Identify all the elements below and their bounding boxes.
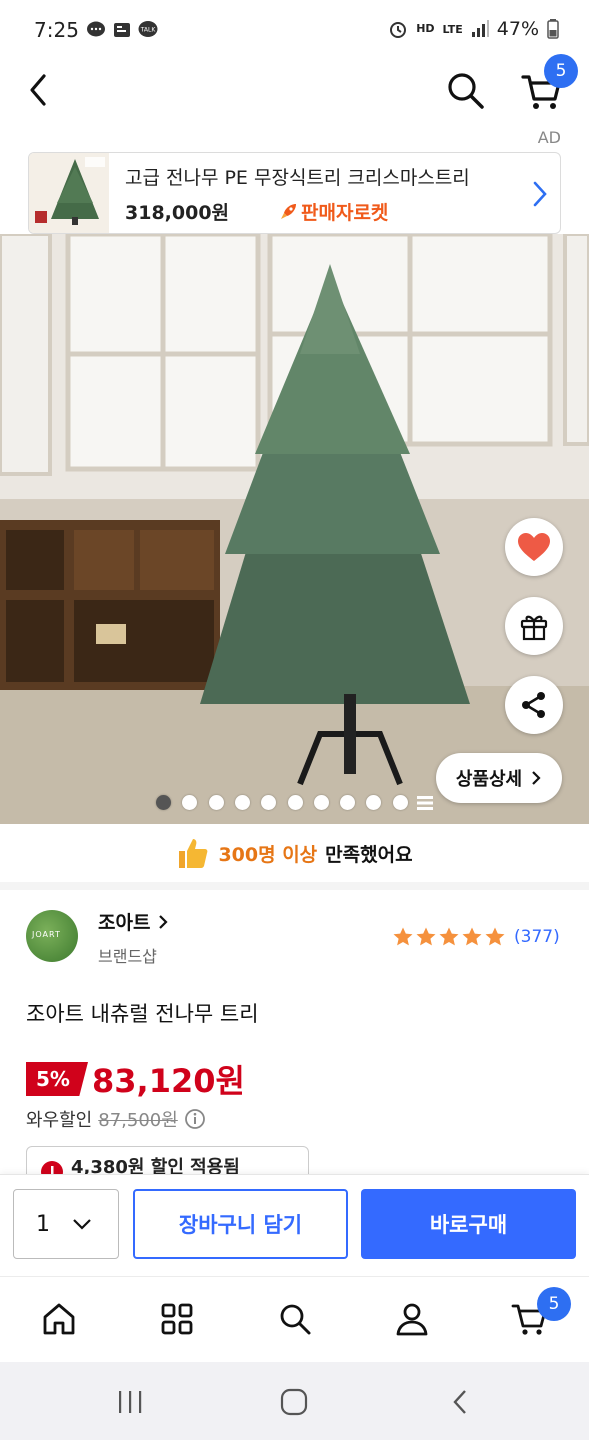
category-grid-icon	[161, 1303, 193, 1335]
review-count: (377)	[514, 927, 560, 947]
original-price: 87,500원	[98, 1110, 178, 1131]
back-button[interactable]	[442, 1384, 478, 1420]
hd-voice-label: HD	[416, 22, 435, 35]
rating[interactable]: (377)	[392, 926, 560, 948]
christmas-tree-photo	[0, 234, 589, 824]
section-divider	[0, 882, 589, 890]
gift-icon	[520, 615, 548, 641]
ad-label: AD	[537, 128, 561, 147]
brand-shop-label: 브랜드샵	[98, 947, 157, 966]
back-chevron-icon	[453, 1390, 466, 1414]
nav-home[interactable]	[37, 1297, 81, 1341]
recent-apps-button[interactable]	[112, 1384, 148, 1420]
home-circle-icon	[280, 1388, 308, 1416]
star-icon	[393, 927, 413, 946]
quantity-value: 1	[36, 1211, 50, 1237]
info-icon[interactable]	[184, 1108, 206, 1130]
ad-rocket-badge: 판매자로켓	[301, 202, 389, 224]
wow-discount-label: 와우할인	[26, 1110, 93, 1131]
app-header: 5	[0, 54, 589, 122]
star-icon	[416, 927, 436, 946]
pager-dot[interactable]	[340, 795, 356, 810]
nav-my[interactable]	[390, 1297, 434, 1341]
battery-percent: 47%	[496, 18, 539, 40]
rating-stars	[392, 926, 506, 948]
thumbs-up-icon	[179, 839, 208, 868]
quantity-select[interactable]: 1	[13, 1189, 119, 1259]
lte-label: LTE	[442, 22, 463, 36]
home-button[interactable]	[276, 1384, 312, 1420]
buy-now-button[interactable]: 바로구매	[361, 1189, 576, 1259]
ad-banner[interactable]: 고급 전나무 PE 무장식트리 크리스마스트리 318,000원 판매자로켓	[28, 152, 561, 234]
pager-dot[interactable]	[392, 795, 408, 810]
svg-text:TALK: TALK	[140, 27, 157, 34]
product-title: 조아트 내츄럴 전나무 트리	[26, 1002, 259, 1026]
recent-apps-icon	[119, 1391, 142, 1413]
nav-cart-count-badge: 5	[537, 1287, 571, 1321]
product-detail-button[interactable]: 상품상세	[436, 753, 562, 803]
status-time: 7:25	[34, 18, 79, 42]
signal-icon	[471, 20, 489, 37]
rocket-icon	[281, 204, 296, 219]
user-icon	[396, 1303, 428, 1336]
brand-name-link[interactable]: 조아트	[98, 908, 169, 935]
pager-dot[interactable]	[313, 795, 329, 810]
star-icon	[462, 927, 482, 946]
nav-search[interactable]	[273, 1297, 317, 1341]
sale-price: 83,120원	[92, 1062, 245, 1100]
battery-icon	[547, 19, 559, 39]
message-icon	[87, 21, 105, 37]
star-icon	[485, 927, 505, 946]
ad-title: 고급 전나무 PE 무장식트리 크리스마스트리	[125, 167, 470, 189]
satisfaction-banner: 300명 이상 만족했어요	[0, 824, 589, 882]
like-button[interactable]	[505, 518, 563, 576]
ad-price: 318,000원	[125, 202, 230, 224]
discount-badge: 5%	[26, 1062, 88, 1096]
share-icon	[522, 692, 545, 718]
status-bar: 7:25 TALK HD LTE 47%	[0, 0, 589, 62]
tree-thumbnail-icon	[29, 153, 109, 233]
pager-dot[interactable]	[156, 795, 171, 810]
star-icon	[439, 927, 459, 946]
chevron-down-icon	[73, 1219, 91, 1230]
add-to-cart-button[interactable]: 장바구니 담기	[133, 1189, 348, 1259]
brand-logo-text: JOART	[32, 930, 61, 939]
pager-dot[interactable]	[208, 795, 224, 810]
status-right: HD LTE 47%	[388, 18, 559, 40]
talk-icon: TALK	[138, 21, 158, 37]
heart-icon	[518, 533, 550, 561]
alarm-icon	[390, 22, 407, 38]
ad-thumbnail	[29, 153, 109, 233]
bottom-nav: 5	[0, 1276, 589, 1362]
chevron-right-icon	[159, 915, 168, 929]
chevron-right-icon	[533, 181, 547, 207]
brand-logo[interactable]: JOART	[26, 910, 78, 962]
brand-name: 조아트	[98, 912, 151, 934]
gallery-more-icon[interactable]	[417, 796, 433, 810]
gift-button[interactable]	[505, 597, 563, 655]
back-icon[interactable]	[24, 70, 54, 110]
cart-count-badge: 5	[544, 54, 578, 88]
share-button[interactable]	[505, 676, 563, 734]
pager-dot[interactable]	[287, 795, 303, 810]
product-detail-label: 상품상세	[455, 769, 523, 790]
system-nav-bar	[0, 1362, 589, 1440]
home-icon	[43, 1303, 75, 1335]
search-icon	[280, 1304, 311, 1335]
product-image[interactable]	[0, 234, 589, 824]
pager-dot[interactable]	[234, 795, 250, 810]
nav-category[interactable]	[155, 1297, 199, 1341]
news-icon	[114, 23, 130, 37]
satisfaction-count: 300명 이상	[218, 843, 318, 866]
chevron-right-icon	[532, 771, 541, 785]
satisfaction-text: 만족했어요	[325, 843, 413, 866]
search-icon[interactable]	[443, 68, 487, 112]
wow-discount-row: 와우할인 87,500원	[26, 1106, 206, 1132]
